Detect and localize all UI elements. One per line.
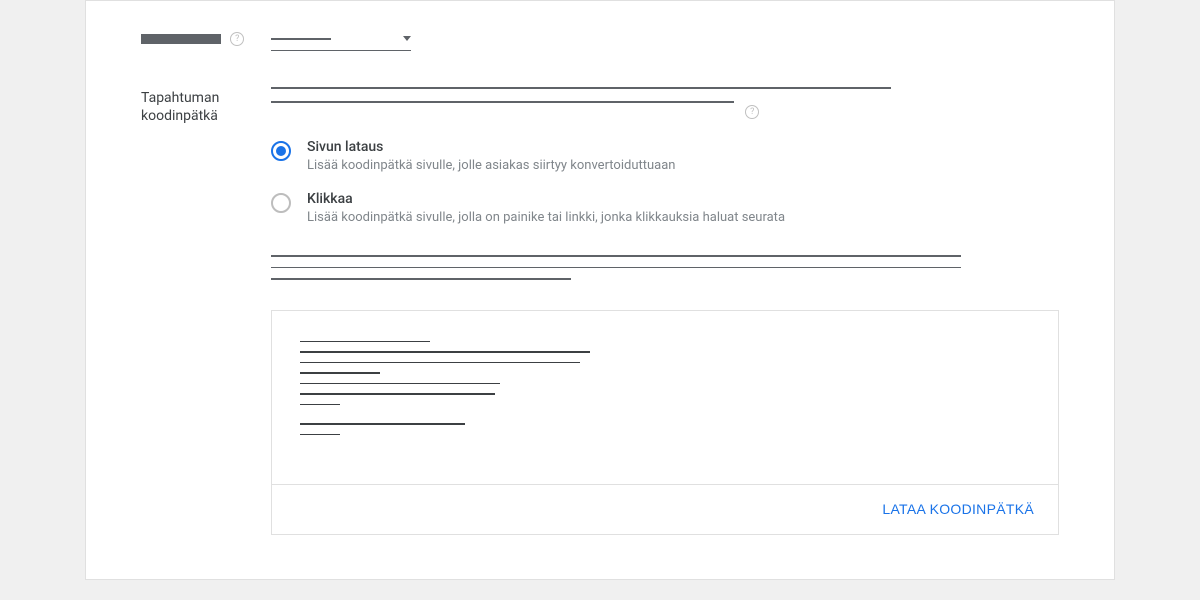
download-snippet-button[interactable]: LATAA KOODINPÄTKÄ [882,501,1034,517]
radio-button-icon [271,193,291,213]
dropdown-value-placeholder [271,38,331,40]
chevron-down-icon [403,36,411,41]
help-icon[interactable]: ? [230,32,244,46]
code-snippet-box: LATAA KOODINPÄTKÄ [271,310,1059,536]
top-dropdown[interactable] [271,29,411,51]
radio-description: Lisää koodinpätkä sivulle, jolle asiakas… [307,158,675,173]
instruction-text [271,255,1059,280]
radio-description: Lisää koodinpätkä sivulle, jolla on pain… [307,210,785,225]
section-description: ? [271,87,1059,119]
radio-title: Sivun lataus [307,139,675,155]
section-label: Tapahtuman koodinpätkä [141,89,271,125]
radio-click[interactable]: Klikkaa Lisää koodinpätkä sivulle, jolla… [271,191,1059,225]
top-field-label: ? [141,29,271,46]
code-snippet-content[interactable] [272,311,1058,485]
snippet-trigger-radio-group: Sivun lataus Lisää koodinpätkä sivulle, … [271,139,1059,225]
settings-panel: ? Tapahtuman koodinpätkä ? [85,0,1115,580]
radio-button-icon [271,141,291,161]
radio-title: Klikkaa [307,191,785,207]
help-icon[interactable]: ? [745,105,759,119]
radio-page-load[interactable]: Sivun lataus Lisää koodinpätkä sivulle, … [271,139,1059,173]
